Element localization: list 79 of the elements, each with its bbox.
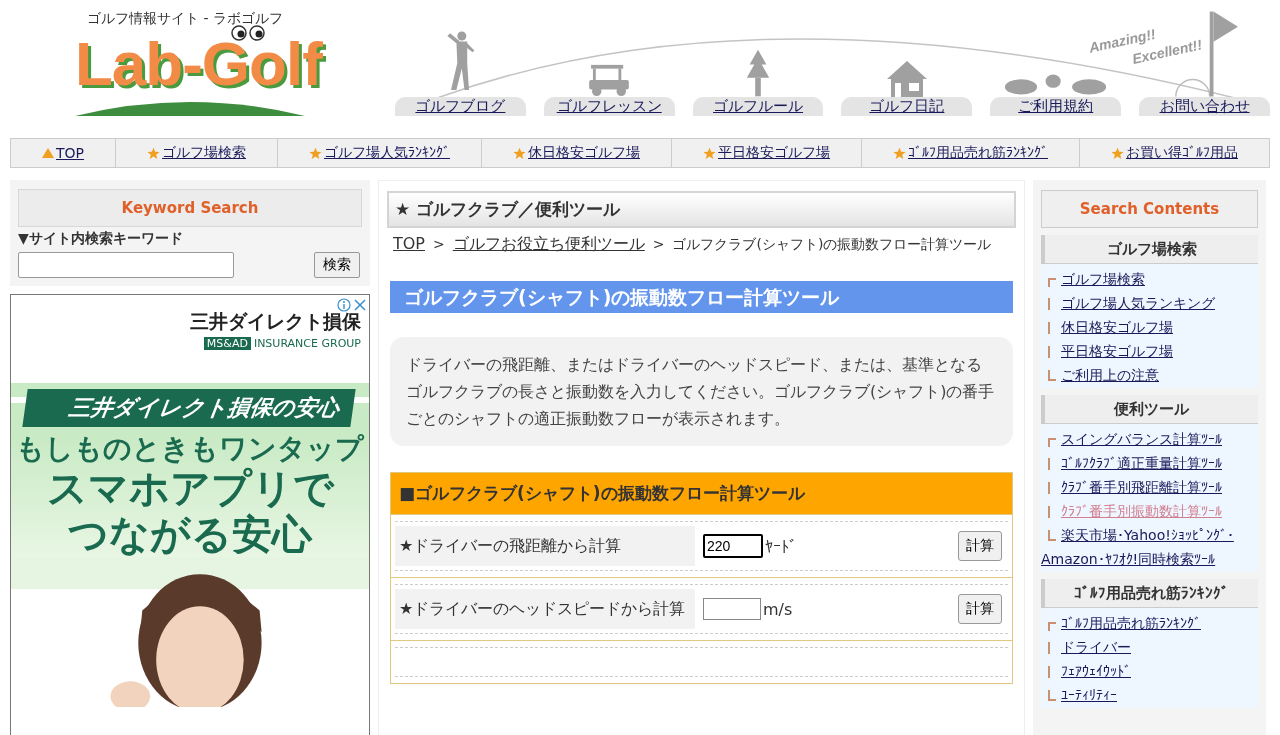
sidebar-link[interactable]: ゴルフ場人気ランキング	[1041, 291, 1258, 315]
ad-banner-title: 三井ダイレクト損保の安心	[22, 389, 356, 427]
star-icon	[893, 146, 906, 160]
page-title: ゴルフクラブ(シャフト)の振動数フロー計算ツール	[390, 281, 1013, 313]
header-tab[interactable]: お問い合わせ	[1139, 97, 1270, 116]
section-heading: ゴルフ場検索	[1041, 235, 1258, 264]
section-heading: 便利ツール	[1041, 395, 1258, 424]
sidebar-link[interactable]: スイングバランス計算ﾂｰﾙ	[1041, 427, 1258, 451]
star-icon	[513, 146, 526, 160]
breadcrumb-link[interactable]: ゴルフお役立ち便利ツール	[452, 234, 645, 255]
star-icon	[147, 146, 160, 160]
calculate-button[interactable]: 計算	[958, 594, 1002, 624]
star-icon	[703, 146, 716, 160]
sidebar-link[interactable]: 平日格安ゴルフ場	[1041, 339, 1258, 363]
panel-heading: Search Contents	[1041, 190, 1258, 228]
group-text: INSURANCE GROUP	[253, 337, 361, 350]
bracket-icon	[1048, 690, 1056, 701]
info-icon[interactable]	[337, 298, 351, 312]
sidebar-link[interactable]: 楽天市場･Yahoo!ｼｮｯﾋﾟﾝｸﾞ･Amazon･ﾔﾌｵｸ!同時検索ﾂｰﾙ	[1041, 523, 1258, 571]
header-tab[interactable]: ゴルフルール	[692, 97, 824, 116]
close-icon[interactable]	[354, 299, 366, 311]
nav-link[interactable]: ｺﾞﾙﾌ用品売れ筋ﾗﾝｷﾝｸﾞ	[908, 144, 1048, 162]
clouds-icon	[1003, 73, 1108, 97]
star-icon	[1111, 146, 1124, 160]
breadcrumb-text: >	[652, 236, 665, 252]
ad-headline: つながる安心	[68, 511, 312, 558]
sidebar-link[interactable]: ドライバー	[1041, 635, 1258, 659]
unit-text: m/s	[763, 599, 793, 619]
house-icon	[886, 61, 927, 97]
section-heading: ★ ゴルフクラブ／便利ツール	[387, 191, 1016, 228]
nav-link[interactable]: ゴルフ場検索	[162, 144, 246, 162]
bracket-icon	[1048, 530, 1056, 541]
bracket-icon	[1048, 438, 1056, 447]
eyes-icon	[231, 24, 267, 42]
bracket-icon	[1048, 622, 1056, 631]
section-heading: ｺﾞﾙﾌ用品売れ筋ﾗﾝｷﾝｸﾞ	[1041, 579, 1258, 608]
tool-heading: ■ゴルフクラブ(シャフト)の振動数フロー計算ツール	[391, 473, 1012, 514]
row-label: ★ドライバーの飛距離から計算	[395, 526, 695, 566]
site-tagline: ゴルフ情報サイト - ラボゴルフ	[87, 10, 283, 28]
number-field[interactable]	[703, 598, 761, 620]
bracket-icon	[1048, 278, 1056, 287]
unit-text: ﾔｰﾄﾞ	[765, 536, 797, 556]
header-tab[interactable]: ご利用規約	[990, 97, 1122, 116]
nav-link[interactable]: お買い得ｺﾞﾙﾌ用品	[1126, 144, 1238, 162]
breadcrumb-link[interactable]: TOP	[393, 234, 425, 253]
calculate-button[interactable]: 計算	[958, 531, 1002, 561]
breadcrumb-text: ゴルフクラブ(シャフト)の振動数フロー計算ツール	[672, 236, 992, 254]
sidebar-link[interactable]: ご利用上の注意	[1041, 363, 1258, 387]
ad-banner[interactable]: 三井ダイレクト損保 MS&AD INSURANCE GROUP 三井ダイレクト損保の安心 もしものときもワンタップ スマホアプリで つながる安心	[10, 294, 370, 735]
row-label: ★ドライバーのヘッドスピードから計算	[395, 589, 695, 629]
nav-link[interactable]: 平日格安ゴルフ場	[718, 144, 830, 162]
bracket-icon	[1048, 370, 1056, 381]
sidebar-link[interactable]: ﾌｪｱｳｪｲｳｯﾄﾞ	[1041, 659, 1258, 683]
sidebar-link[interactable]: ゴルフ場検索	[1041, 267, 1258, 291]
sidebar-link[interactable]: 休日格安ゴルフ場	[1041, 315, 1258, 339]
nav-link[interactable]: TOP	[56, 145, 84, 161]
sidebar-link[interactable]: ｺﾞﾙﾌ用品売れ筋ﾗﾝｷﾝｸﾞ	[1041, 611, 1258, 635]
breadcrumb-text: >	[433, 236, 445, 252]
ad-headline: もしものときもワンタップ	[16, 433, 364, 466]
golf-cart-icon	[587, 63, 632, 97]
number-field[interactable]: 220	[703, 534, 763, 558]
search-button[interactable]: 検索	[314, 252, 360, 278]
triangle-icon	[42, 148, 54, 158]
nav-link[interactable]: ゴルフ場人気ﾗﾝｷﾝｸﾞ	[324, 144, 450, 162]
header-tab[interactable]: ゴルフ日記	[841, 97, 973, 116]
group-badge: MS&AD	[203, 337, 251, 350]
search-label: ▼サイト内検索キーワード	[18, 230, 184, 248]
search-field[interactable]	[18, 252, 234, 278]
ad-brand: 三井ダイレクト損保	[190, 309, 361, 334]
ad-headline: スマホアプリで	[46, 465, 334, 512]
header-tab[interactable]: ゴルフブログ	[395, 97, 526, 116]
panel-heading: Keyword Search	[18, 189, 362, 227]
description-text: ドライバーの飛距離、またはドライバーのヘッドスピード、または、基準となるゴルフクラブの長さと振動数を入力してください。ゴルフクラブ(シャフト)の番手ごとのシャフトの適正振動数フローが表示されます。	[390, 337, 1013, 446]
sidebar-link[interactable]: ｸﾗﾌﾞ番手別飛距離計算ﾂｰﾙ	[1041, 475, 1258, 499]
nav-link[interactable]: 休日格安ゴルフ場	[528, 144, 640, 162]
header-tab[interactable]: ゴルフレッスン	[543, 97, 675, 116]
sidebar-link[interactable]: ｺﾞﾙﾌｸﾗﾌﾞ適正重量計算ﾂｰﾙ	[1041, 451, 1258, 475]
sidebar-link[interactable]: ﾕｰﾃｨﾘﾃｨｰ	[1041, 683, 1258, 707]
star-icon	[309, 146, 322, 160]
